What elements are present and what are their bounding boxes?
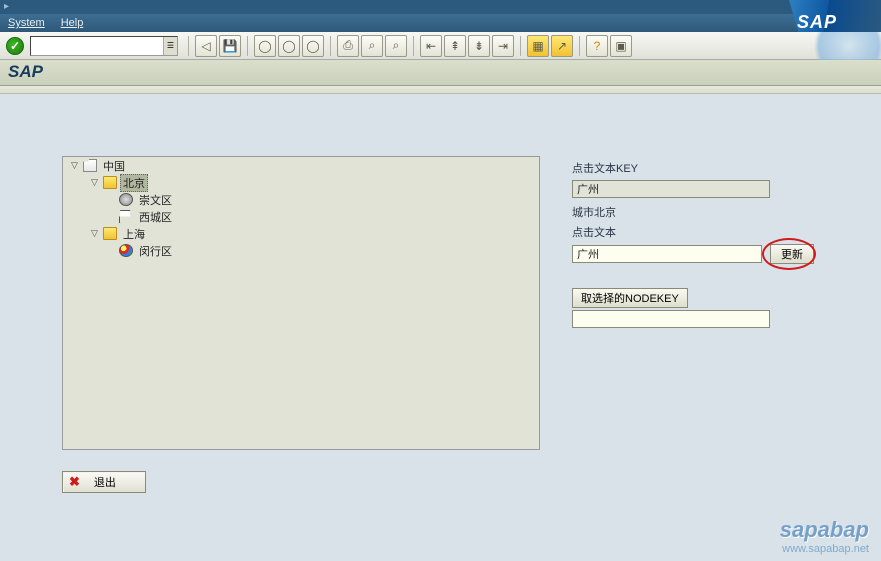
tree-control[interactable]: ▽ 中国 ▽ 北京 崇文区 西城区 ▽ 上海 闵行区 [62,156,540,450]
save-icon[interactable]: 💾 [219,35,241,57]
find-icon[interactable]: ⌕ [361,35,383,57]
new-session-icon[interactable]: ▦ [527,35,549,57]
tree-node-root[interactable]: ▽ 中国 [63,157,539,174]
expander-icon[interactable]: ▽ [89,228,100,239]
command-history-dropdown-icon[interactable]: ☰ [163,37,177,55]
get-nodekey-button[interactable]: 取选择的NODEKEY [572,288,688,308]
menu-help[interactable]: Help [61,17,84,29]
menu-system[interactable]: System [8,17,45,29]
tree-node-shanghai[interactable]: ▽ 上海 [63,225,539,242]
watermark-url: www.sapabap.net [780,543,869,555]
shortcut-icon[interactable]: ↗ [551,35,573,57]
expander-icon[interactable]: ▽ [89,177,100,188]
nodekey-field[interactable] [572,310,770,328]
label-click-text: 点击文本 [572,224,852,240]
watermark-title: sapabap [780,517,869,543]
folder-open-icon [83,159,97,172]
app-title: SAP [0,60,881,86]
exit-button-label: 退出 [94,474,116,490]
watermark: sapabap www.sapabap.net [780,517,869,555]
layout-icon[interactable]: ▣ [610,35,632,57]
standard-toolbar: ✓ ☰ ◁ 💾 ◯ ◯ ◯ ⎙ ⌕ ⌕ ⇤ ⇞ ⇟ ⇥ ▦ ↗ ? ▣ [0,32,881,60]
exit-button[interactable]: ✖ 退出 [62,471,146,493]
command-input[interactable] [31,38,163,54]
tree-node-xicheng[interactable]: 西城区 [63,208,539,225]
tree-node-beijing[interactable]: ▽ 北京 [63,174,539,191]
label-city: 城市北京 [572,204,852,220]
update-button[interactable]: 更新 [770,244,814,264]
application-toolbar [0,86,881,94]
first-page-icon[interactable]: ⇤ [420,35,442,57]
tree-node-label[interactable]: 上海 [120,226,148,242]
back-nav-icon[interactable]: ◯ [254,35,276,57]
prev-page-icon[interactable]: ⇞ [444,35,466,57]
help-icon[interactable]: ? [586,35,608,57]
window-titlebar: ▸ [0,0,881,14]
next-page-icon[interactable]: ⇟ [468,35,490,57]
command-field[interactable]: ☰ [30,36,178,56]
back-icon[interactable]: ◁ [195,35,217,57]
detail-form: 点击文本KEY 城市北京 点击文本 更新 取选择的NODEKEY [572,160,852,328]
cancel-nav-icon[interactable]: ◯ [302,35,324,57]
window-menu-icon[interactable]: ▸ [4,1,16,13]
tree-node-label[interactable]: 中国 [100,158,128,174]
tree-node-minhang[interactable]: 闵行区 [63,242,539,259]
gear-icon [119,193,133,206]
globe-icon [119,244,133,257]
decorative-swirl [801,32,881,60]
tree-node-label[interactable]: 崇文区 [136,192,175,208]
tree-node-chongwen[interactable]: 崇文区 [63,191,539,208]
flag-icon [119,210,133,223]
print-icon[interactable]: ⎙ [337,35,359,57]
exit-nav-icon[interactable]: ◯ [278,35,300,57]
tree-node-label[interactable]: 北京 [120,174,148,192]
tree-node-label[interactable]: 闵行区 [136,243,175,259]
folder-icon [103,227,117,240]
menubar: System Help SAP [0,14,881,32]
label-text-key: 点击文本KEY [572,160,852,176]
folder-icon [103,176,117,189]
last-page-icon[interactable]: ⇥ [492,35,514,57]
click-text-field[interactable] [572,245,762,263]
work-area: ▽ 中国 ▽ 北京 崇文区 西城区 ▽ 上海 闵行区 ✖ 退出 [0,94,881,561]
expander-icon[interactable]: ▽ [69,160,80,171]
enter-icon[interactable]: ✓ [6,37,24,55]
tree-node-label[interactable]: 西城区 [136,209,175,225]
close-icon: ✖ [69,474,80,490]
text-key-field[interactable] [572,180,770,198]
find-next-icon[interactable]: ⌕ [385,35,407,57]
